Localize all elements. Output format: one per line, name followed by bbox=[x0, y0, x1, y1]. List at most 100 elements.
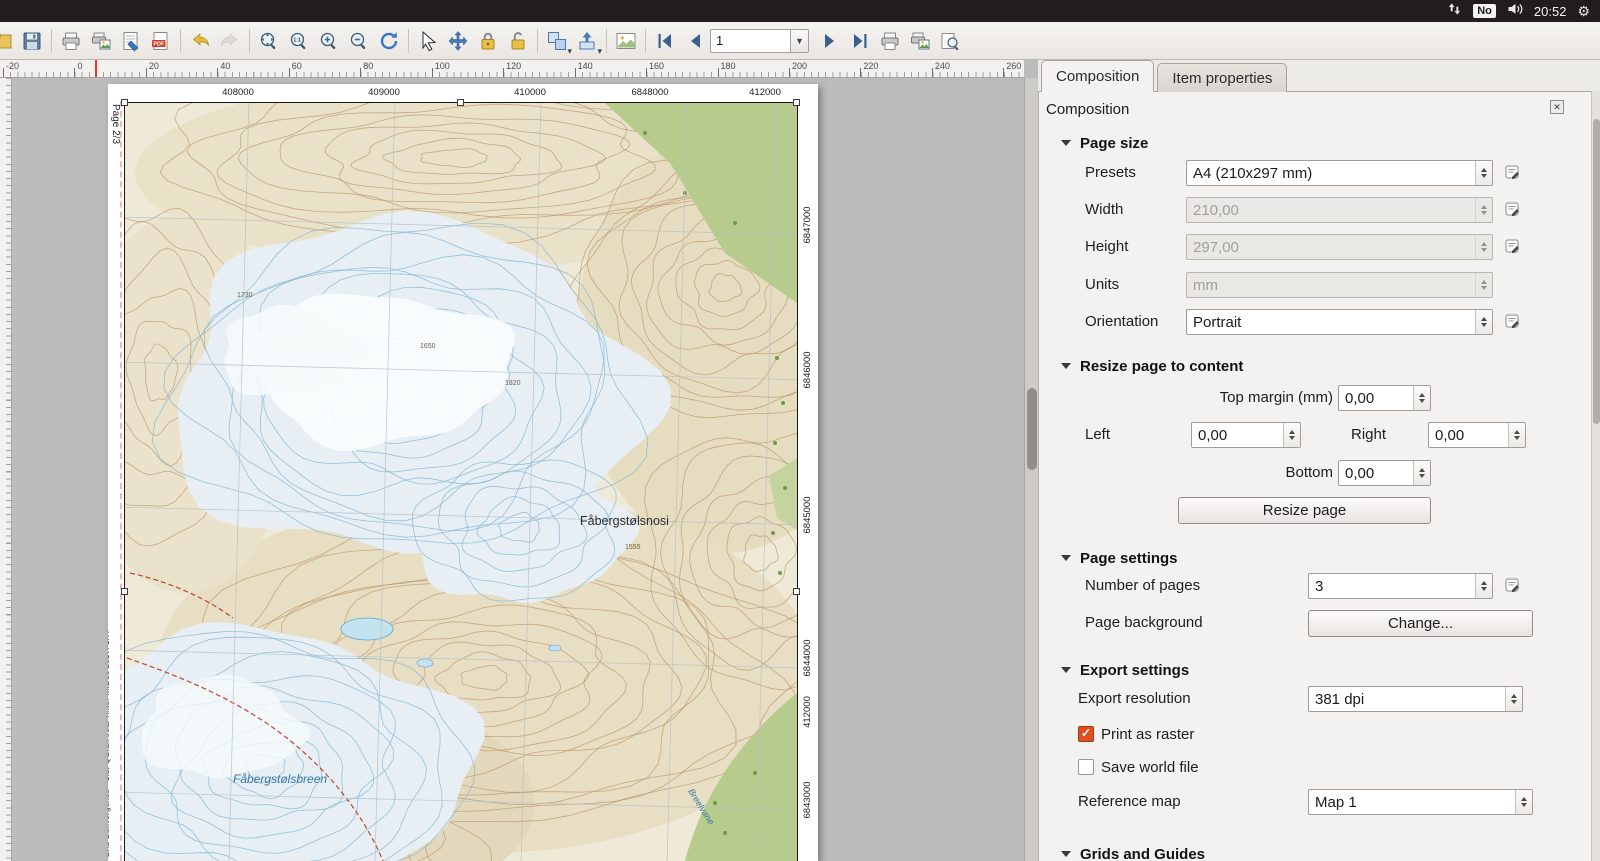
volume-icon[interactable] bbox=[1507, 2, 1523, 21]
save-world-file-checkbox[interactable] bbox=[1078, 759, 1094, 775]
map-label: 1730 bbox=[237, 292, 253, 299]
export-atlas-button[interactable] bbox=[905, 26, 935, 56]
spinner-icon[interactable] bbox=[1413, 386, 1430, 410]
composer-canvas[interactable]: Page 2/3 Grid Convergence=-1.5, QGIS/Are… bbox=[12, 78, 1024, 861]
atlas-page-dropdown[interactable]: ▼ bbox=[790, 29, 809, 53]
raise-items-button[interactable]: ▾ bbox=[572, 26, 602, 56]
atlas-page-number-input[interactable] bbox=[710, 29, 790, 53]
export-image-button[interactable] bbox=[86, 26, 116, 56]
zoom-in-button[interactable] bbox=[314, 26, 344, 56]
lock-items-button[interactable] bbox=[473, 26, 503, 56]
ruler-major-tick bbox=[575, 68, 576, 77]
first-icon bbox=[654, 30, 676, 52]
tab-composition[interactable]: Composition bbox=[1041, 60, 1154, 92]
scrollbar-thumb[interactable] bbox=[1027, 388, 1037, 470]
spinner-icon[interactable] bbox=[1475, 574, 1492, 598]
spinner-icon[interactable] bbox=[1413, 461, 1430, 485]
move-item-content-button[interactable] bbox=[443, 26, 473, 56]
spinner-icon[interactable] bbox=[1475, 310, 1492, 334]
selection-handle[interactable] bbox=[457, 99, 464, 106]
unlock-icon bbox=[507, 30, 529, 52]
print-button[interactable] bbox=[56, 26, 86, 56]
save-project-button[interactable] bbox=[17, 26, 47, 56]
selection-handle[interactable] bbox=[793, 588, 800, 595]
panel-close-button[interactable]: ✕ bbox=[1550, 100, 1564, 114]
canvas-vertical-scrollbar[interactable] bbox=[1024, 78, 1038, 861]
panel-vertical-scrollbar[interactable] bbox=[1591, 91, 1600, 861]
page-indicator-label: Page 2/3 bbox=[110, 104, 121, 144]
section-resize-page[interactable]: Resize page to content bbox=[1061, 358, 1243, 375]
ruler-label: 60 bbox=[292, 61, 302, 71]
next-feature-button[interactable] bbox=[815, 26, 845, 56]
section-page-size[interactable]: Page size bbox=[1061, 135, 1148, 152]
print-atlas-button[interactable] bbox=[875, 26, 905, 56]
selection-handle[interactable] bbox=[121, 99, 128, 106]
last-icon bbox=[849, 30, 871, 52]
export-resolution-field[interactable]: 381 dpi bbox=[1308, 686, 1523, 712]
selection-handle[interactable] bbox=[793, 99, 800, 106]
resize-page-button[interactable]: Resize page bbox=[1178, 497, 1431, 524]
export-pdf-button[interactable]: PDF bbox=[146, 26, 176, 56]
right-margin-field[interactable]: 0,00 bbox=[1428, 422, 1526, 448]
spinner-icon[interactable] bbox=[1283, 423, 1300, 447]
data-defined-icon[interactable] bbox=[1501, 574, 1525, 598]
section-page-settings[interactable]: Page settings bbox=[1061, 550, 1178, 567]
data-defined-icon[interactable] bbox=[1501, 198, 1525, 222]
undo-button[interactable] bbox=[185, 26, 215, 56]
export-svg-button[interactable] bbox=[116, 26, 146, 56]
left-margin-field[interactable]: 0,00 bbox=[1191, 422, 1301, 448]
spinner-icon[interactable] bbox=[1508, 423, 1525, 447]
data-defined-icon[interactable] bbox=[1501, 161, 1525, 185]
reference-map-combo[interactable]: Map 1 bbox=[1308, 789, 1533, 815]
group-items-button[interactable]: ▾ bbox=[542, 26, 572, 56]
data-defined-icon[interactable] bbox=[1501, 235, 1525, 259]
spinner-icon[interactable] bbox=[1505, 687, 1522, 711]
zoom-region-icon bbox=[939, 30, 961, 52]
session-gear-icon[interactable]: ⚙ bbox=[1577, 3, 1590, 20]
spinner-icon[interactable] bbox=[1515, 790, 1532, 814]
change-background-button[interactable]: Change... bbox=[1308, 610, 1533, 637]
orientation-combo[interactable]: Portrait bbox=[1186, 309, 1493, 335]
zoom-full-icon bbox=[258, 30, 280, 52]
ruler-label: 20 bbox=[149, 61, 159, 71]
selection-handle[interactable] bbox=[121, 588, 128, 595]
tab-item-properties[interactable]: Item properties bbox=[1157, 63, 1287, 92]
ruler-minor-ticks bbox=[3, 72, 1024, 77]
grid-coordinate-label: 408000 bbox=[222, 87, 254, 98]
redo-icon bbox=[219, 30, 241, 52]
clock-label[interactable]: 20:52 bbox=[1534, 4, 1567, 19]
top-margin-label: Top margin (mm) bbox=[1169, 389, 1333, 406]
zoom-out-icon bbox=[348, 30, 370, 52]
previous-feature-button[interactable] bbox=[680, 26, 710, 56]
presets-label: Presets bbox=[1085, 164, 1136, 181]
composer-page[interactable]: Page 2/3 Grid Convergence=-1.5, QGIS/Are… bbox=[108, 84, 818, 861]
zoom-full-button[interactable] bbox=[254, 26, 284, 56]
select-move-item-button[interactable] bbox=[413, 26, 443, 56]
keyboard-layout-indicator[interactable]: No bbox=[1473, 4, 1496, 18]
atlas-settings-button[interactable] bbox=[935, 26, 965, 56]
panel-tabs: Composition Item properties bbox=[1041, 60, 1290, 92]
number-of-pages-field[interactable]: 3 bbox=[1308, 573, 1493, 599]
map-item[interactable]: 173016501820Fåbergstølsnosi1555Fåbergstø… bbox=[124, 102, 798, 861]
grid-coordinate-label: 6846000 bbox=[802, 352, 813, 389]
zoom-actual-button[interactable]: 1:1 bbox=[284, 26, 314, 56]
data-defined-icon[interactable] bbox=[1501, 310, 1525, 334]
new-composer-button[interactable] bbox=[0, 26, 17, 56]
presets-combo[interactable]: A4 (210x297 mm) bbox=[1186, 160, 1493, 186]
scrollbar-thumb[interactable] bbox=[1593, 119, 1600, 424]
bottom-margin-field[interactable]: 0,00 bbox=[1338, 460, 1431, 486]
spinner-icon[interactable] bbox=[1475, 161, 1492, 185]
section-export-settings[interactable]: Export settings bbox=[1061, 662, 1189, 679]
refresh-view-button[interactable] bbox=[374, 26, 404, 56]
unlock-items-button[interactable] bbox=[503, 26, 533, 56]
top-margin-field[interactable]: 0,00 bbox=[1338, 385, 1431, 411]
first-feature-button[interactable] bbox=[650, 26, 680, 56]
section-grids-guides[interactable]: Grids and Guides bbox=[1061, 846, 1205, 861]
ruler-label: 240 bbox=[935, 61, 950, 71]
orientation-label: Orientation bbox=[1085, 313, 1158, 330]
print-as-raster-checkbox[interactable] bbox=[1078, 726, 1094, 742]
zoom-out-button[interactable] bbox=[344, 26, 374, 56]
updown-arrows-icon[interactable] bbox=[1447, 2, 1462, 21]
last-feature-button[interactable] bbox=[845, 26, 875, 56]
atlas-preview-button[interactable] bbox=[611, 26, 641, 56]
